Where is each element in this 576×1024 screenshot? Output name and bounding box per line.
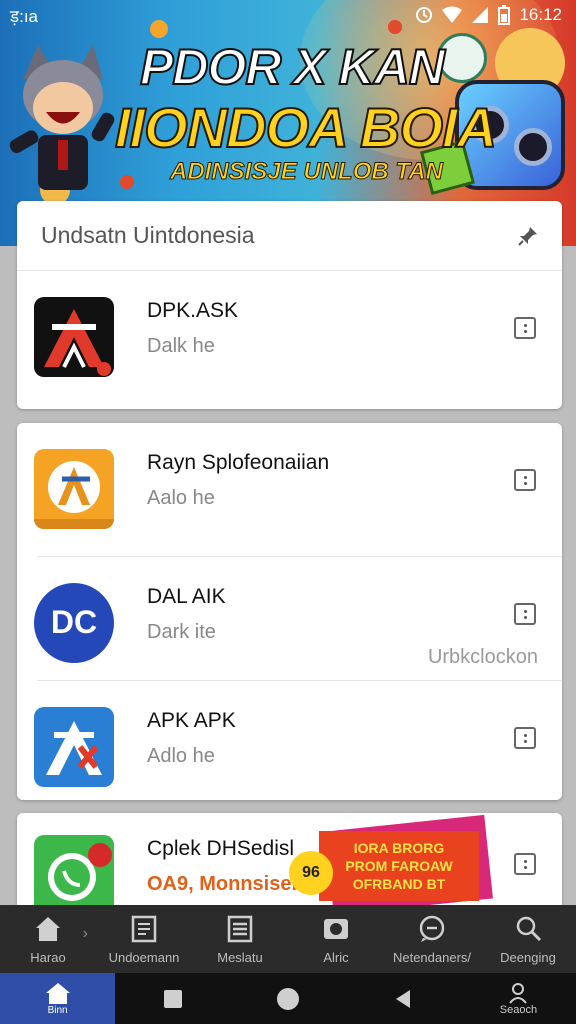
more-options-icon[interactable] [514, 603, 536, 625]
more-options-icon[interactable] [514, 469, 536, 491]
nav-label: Netendaners/ [392, 949, 472, 965]
sync-icon [416, 7, 433, 23]
list-item[interactable]: APK APK Adlo he [17, 681, 562, 800]
promo-line-2: PROM FAROAW [345, 858, 453, 874]
app-subtitle: Aalo he [147, 487, 215, 509]
home-icon [36, 916, 60, 941]
sys-home-circle-button[interactable] [230, 973, 345, 1024]
list-item[interactable]: Rayn Splofeonaiian Aalo he [17, 423, 562, 557]
sys-back-button[interactable] [346, 973, 461, 1024]
app-name: DPK.ASK [147, 299, 239, 322]
dc-icon: DC [34, 583, 114, 663]
sys-search-label: Seaoch [499, 1003, 538, 1016]
nav-item-play[interactable]: Alric [288, 905, 384, 973]
sys-search-button[interactable]: Seaoch [461, 973, 576, 1024]
sys-home-label: Binn [47, 1005, 68, 1016]
chat-icon [419, 915, 445, 942]
apk-a-red-icon [34, 297, 114, 377]
sys-home-button[interactable]: Binn [0, 973, 116, 1024]
banner-title-2: IIONDOA BOIA [114, 95, 498, 160]
system-navigation: Binn Seaoch [0, 973, 576, 1024]
circle-icon [277, 987, 299, 1010]
app-name: DAL AIK [147, 585, 226, 608]
sys-recents-button[interactable] [115, 973, 230, 1024]
update-link[interactable]: Urbkclockon [428, 646, 538, 669]
nav-item-list[interactable]: Meslatu [192, 905, 288, 973]
user-icon [509, 982, 528, 1004]
app-name: Rayn Splofeonaiian [147, 451, 330, 474]
banner-subtitle: ADINSISJE UNLOB TAN [170, 158, 444, 186]
status-left-text: ड़:ıa [10, 6, 38, 26]
nav-label: Deenging [500, 949, 556, 965]
apk-a-blue-icon [34, 707, 114, 787]
battery-icon [498, 5, 511, 25]
app-subtitle: Dalk he [147, 335, 215, 357]
nav-label: Undoemann [108, 949, 180, 965]
list-icon [227, 915, 253, 942]
app-subtitle: Adlo he [147, 745, 215, 767]
list-item[interactable]: DPK.ASK Dalk he [17, 271, 562, 395]
app-subtitle: OA9, Monnsisel [147, 873, 298, 895]
nav-label: Harao [30, 949, 66, 965]
document-icon [131, 915, 157, 942]
signal-icon [472, 7, 489, 23]
back-triangle-icon [396, 989, 411, 1008]
nav-label: Meslatu [217, 949, 263, 965]
app-subtitle: Dark ite [147, 621, 216, 643]
nav-item-search[interactable]: Deenging [480, 905, 576, 973]
app-list-card: Rayn Splofeonaiian Aalo he DC DAL AIK Da… [17, 423, 562, 800]
more-options-icon[interactable] [514, 853, 536, 875]
mascot-illustration [9, 45, 115, 190]
play-icon [324, 918, 348, 939]
promo-badge: 96 [302, 864, 320, 881]
pin-icon[interactable] [516, 224, 540, 248]
list-item[interactable]: DC DAL AIK Dark ite Urbkclockon [17, 557, 562, 681]
bottom-navigation: Harao › Undoemann Meslatu Alric Netendan… [0, 905, 576, 973]
app-name: APK APK [147, 709, 236, 732]
apk-a-orange-icon [34, 449, 114, 529]
promo-line-3: OFRBAND BT [352, 876, 446, 892]
more-options-icon[interactable] [514, 727, 536, 749]
status-time: 16:12 [519, 5, 562, 24]
nav-item-document[interactable]: Undoemann [96, 905, 192, 973]
list-item[interactable]: Cplek DHSedisl OA9, Monnsisel IORA BRORG… [17, 813, 562, 913]
featured-card: Undsatn Uintdonesia DPK.ASK Dalk he [17, 201, 562, 409]
promo-app-card: Cplek DHSedisl OA9, Monnsisel IORA BRORG… [17, 813, 562, 913]
app-name: Cplek DHSedisl [147, 837, 295, 860]
promo-graphic[interactable]: IORA BRORG PROM FAROAW OFRBAND BT 96 [289, 814, 493, 913]
card-header: Undsatn Uintdonesia [17, 201, 562, 271]
search-icon [516, 916, 542, 941]
status-bar: ड़:ıa 16:12 [0, 0, 576, 30]
banner-badge-icon [437, 33, 487, 83]
nav-label: Alric [323, 949, 349, 965]
card-title: Undsatn Uintdonesia [41, 222, 255, 248]
nav-item-chat[interactable]: Netendaners/ [384, 905, 480, 973]
square-icon [163, 989, 182, 1008]
svg-text:DC: DC [51, 604, 97, 640]
promo-line-1: IORA BRORG [353, 840, 445, 856]
nav-item-home[interactable]: Harao › [0, 905, 96, 973]
wifi-icon [442, 6, 463, 23]
home-icon [45, 983, 70, 1004]
banner-title-1: PDOR X KAN [139, 38, 446, 96]
whatsapp-icon [34, 835, 114, 913]
more-options-icon[interactable] [514, 317, 536, 339]
